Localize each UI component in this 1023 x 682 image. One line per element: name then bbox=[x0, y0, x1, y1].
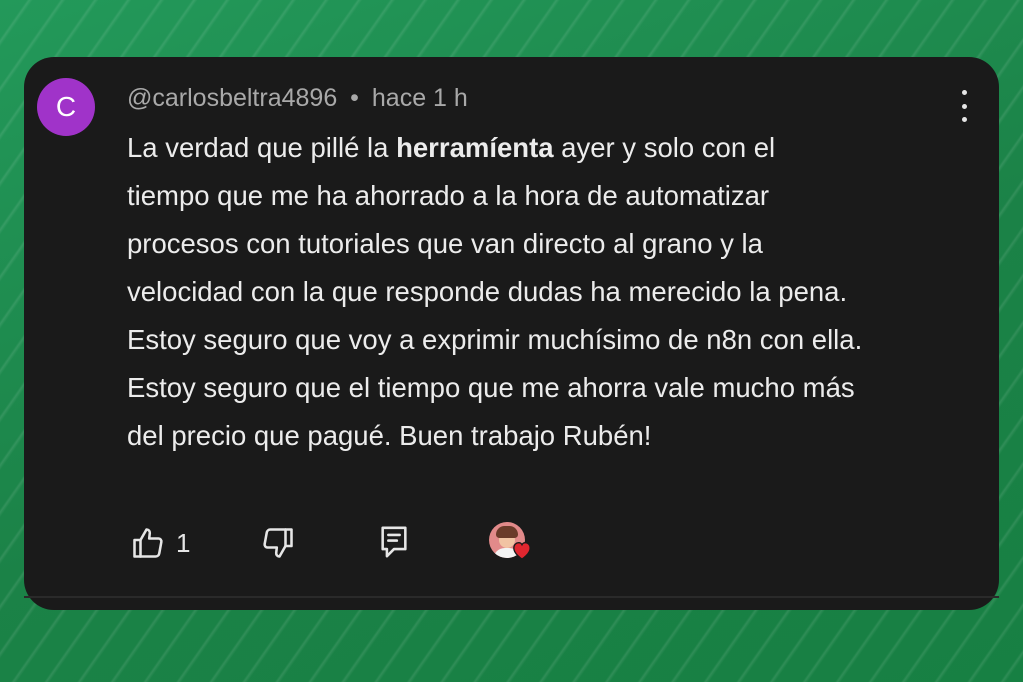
card-bottom-divider bbox=[24, 596, 999, 598]
comment-line: Estoy seguro que el tiempo que me ahorra… bbox=[127, 372, 855, 403]
avatar[interactable]: C bbox=[37, 78, 95, 136]
comment-line: velocidad con la que responde dudas ha m… bbox=[127, 276, 848, 307]
comment-line: procesos con tutoriales que van directo … bbox=[127, 228, 763, 259]
timestamp[interactable]: hace 1 h bbox=[372, 84, 468, 112]
username[interactable]: @carlosbeltra4896 bbox=[127, 84, 337, 112]
comment-line: del precio que pagué. Buen trabajo Rubén… bbox=[127, 420, 652, 451]
meta-separator: • bbox=[350, 84, 359, 112]
reply-button[interactable] bbox=[377, 523, 411, 561]
comment-line: Estoy seguro que voy a exprimir muchísim… bbox=[127, 324, 863, 355]
comment-line: tiempo que me ha ahorrado a la hora de a… bbox=[127, 180, 770, 211]
comment-line: La verdad que pillé la herramíenta ayer … bbox=[127, 132, 776, 163]
like-count: 1 bbox=[176, 527, 191, 558]
avatar-letter: C bbox=[55, 91, 77, 122]
dislike-button[interactable] bbox=[260, 525, 296, 561]
reply-comment-icon bbox=[381, 526, 407, 558]
bold-word: herramíenta bbox=[396, 132, 554, 163]
thumbs-up-icon bbox=[133, 528, 163, 558]
comment-meta: @carlosbeltra4896 • hace 1 h bbox=[127, 84, 468, 113]
creator-heart-icon bbox=[489, 522, 531, 564]
thumbs-down-icon bbox=[263, 528, 293, 558]
more-vertical-icon[interactable] bbox=[952, 90, 976, 122]
heart-icon bbox=[513, 542, 531, 560]
like-button[interactable]: 1 bbox=[130, 525, 190, 561]
comment-text: La verdad que pillé la herramíenta ayer … bbox=[127, 124, 977, 460]
